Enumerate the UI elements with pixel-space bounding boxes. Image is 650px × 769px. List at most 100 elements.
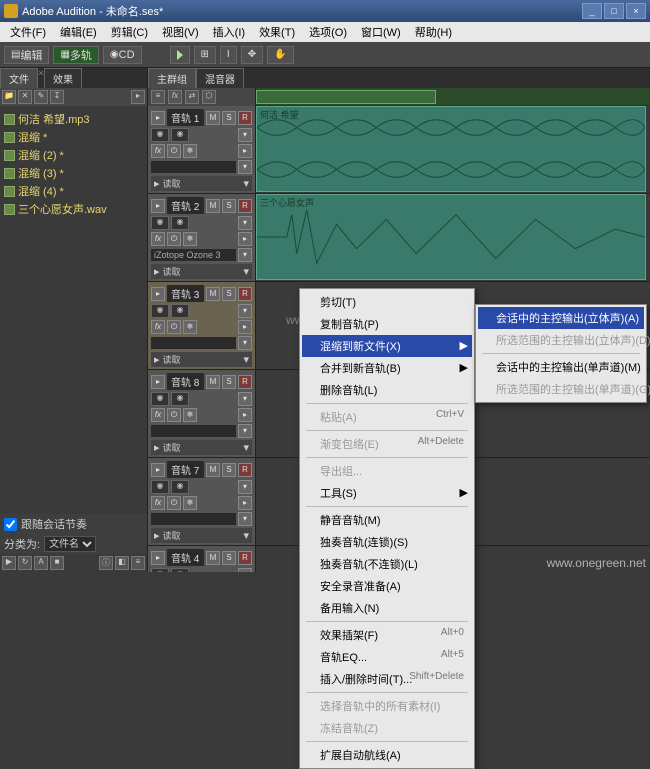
file-item[interactable]: 混缩 * — [2, 128, 145, 146]
menu-item[interactable]: 复制音轨(P) — [302, 313, 472, 335]
insert-icon[interactable]: ↧ — [50, 90, 64, 104]
automation-mode[interactable]: ▸读取▾ — [151, 528, 252, 543]
pan-knob[interactable]: ◉ — [171, 392, 189, 406]
volume-knob[interactable]: ◉ — [151, 128, 169, 142]
tab-main-group[interactable]: 主群组 — [148, 68, 196, 88]
options-icon[interactable]: ▸ — [131, 90, 145, 104]
fx-slot[interactable] — [151, 513, 236, 525]
tab-effects[interactable]: 效果 — [44, 68, 82, 88]
fx-slot[interactable] — [151, 425, 236, 437]
fx-button[interactable]: fx — [151, 320, 165, 334]
fx-slot[interactable] — [151, 161, 236, 173]
follow-tempo-checkbox[interactable] — [4, 518, 17, 531]
expand-icon[interactable]: ▸ — [151, 551, 165, 565]
fx-power-icon[interactable]: ⏻ — [167, 232, 181, 246]
maximize-button[interactable]: □ — [604, 3, 624, 19]
file-item[interactable]: 混缩 (3) * — [2, 164, 145, 182]
menu-item[interactable]: 备用输入(N) — [302, 597, 472, 619]
fx-button[interactable]: fx — [151, 144, 165, 158]
fx-dropdown-icon[interactable]: ▾ — [238, 248, 252, 262]
fx-edit-icon[interactable]: ▸ — [238, 144, 252, 158]
inputs-icon[interactable]: ≡ — [151, 90, 165, 104]
volume-knob[interactable]: ◉ — [151, 392, 169, 406]
fx-edit-icon[interactable]: ▸ — [238, 320, 252, 334]
audio-clip[interactable]: 三个心愿女声 — [256, 194, 646, 280]
record-button[interactable]: R — [238, 111, 252, 125]
track-name[interactable]: 音轨 3 — [167, 285, 204, 302]
mute-button[interactable]: M — [206, 551, 220, 565]
markers-icon[interactable]: ◧ — [115, 556, 129, 570]
fx-dropdown-icon[interactable]: ▾ — [238, 160, 252, 174]
track-name[interactable]: 音轨 1 — [167, 109, 204, 126]
track-options-icon[interactable]: ▾ — [238, 216, 252, 230]
menu-options[interactable]: 选项(O) — [303, 22, 353, 42]
track-options-icon[interactable]: ▾ — [238, 304, 252, 318]
menu-view[interactable]: 视图(V) — [156, 22, 205, 42]
track-header[interactable]: ▸音轨 3MSR◉◉▾fx⏻❄▸ ▾▸读取▾ — [148, 282, 255, 370]
menu-item[interactable]: 效果插架(F)Alt+0 — [302, 624, 472, 646]
tool-button-1[interactable]: ⊞ — [194, 46, 216, 64]
menu-item[interactable]: 剪切(T) — [302, 291, 472, 313]
menu-item[interactable]: 静音音轨(M) — [302, 509, 472, 531]
pan-knob[interactable]: ◉ — [171, 480, 189, 494]
mute-button[interactable]: M — [206, 463, 220, 477]
file-item[interactable]: 何洁 希望.mp3 — [2, 110, 145, 128]
automation-mode[interactable]: ▸读取▾ — [151, 176, 252, 191]
eq-icon[interactable]: ⬡ — [202, 90, 216, 104]
cd-view-button[interactable]: ◉ CD — [103, 46, 142, 64]
audio-clip[interactable]: 何洁 希望 — [256, 106, 646, 192]
edit-file-icon[interactable]: ✎ — [34, 90, 48, 104]
menu-item[interactable]: 独奏音轨(连锁)(S) — [302, 531, 472, 553]
menu-item[interactable]: 安全录音准备(A) — [302, 575, 472, 597]
menu-item[interactable]: 音轨EQ...Alt+5 — [302, 646, 472, 668]
preview-loop-icon[interactable]: ↻ — [18, 556, 32, 570]
tab-files[interactable]: 文件 — [0, 68, 38, 88]
timeline-thumb[interactable] — [256, 90, 436, 104]
file-item[interactable]: 三个心愿女声.wav — [2, 200, 145, 218]
fx-dropdown-icon[interactable]: ▾ — [238, 424, 252, 438]
volume-knob[interactable]: ◉ — [151, 568, 169, 572]
expand-icon[interactable]: ▸ — [151, 111, 165, 125]
track-header[interactable]: ▸音轨 4MSR◉◉▾fx⏻❄▸ ▾ — [148, 546, 255, 572]
file-item[interactable]: 混缩 (4) * — [2, 182, 145, 200]
track-options-icon[interactable]: ▾ — [238, 480, 252, 494]
menu-edit[interactable]: 编辑(E) — [54, 22, 103, 42]
minimize-button[interactable]: _ — [582, 3, 602, 19]
track-header[interactable]: ▸音轨 2MSR◉◉▾fx⏻❄▸iZotope Ozone 3▾▸读取▾ — [148, 194, 255, 282]
menu-item[interactable]: 删除音轨(L) — [302, 379, 472, 401]
solo-button[interactable]: S — [222, 375, 236, 389]
fx-button[interactable]: fx — [151, 232, 165, 246]
multitrack-view-button[interactable]: ▦ 多轨 — [53, 46, 98, 64]
fx-button[interactable]: fx — [151, 496, 165, 510]
context-menu[interactable]: 剪切(T)复制音轨(P)混缩到新文件(X)▶合并到新音轨(B)▶删除音轨(L)粘… — [299, 288, 475, 769]
sort-select[interactable]: 文件名 — [44, 536, 96, 552]
record-button[interactable]: R — [238, 199, 252, 213]
preview-play-icon[interactable]: ▶ — [2, 556, 16, 570]
timeline[interactable] — [256, 88, 650, 106]
file-list[interactable]: 何洁 希望.mp3 混缩 * 混缩 (2) * 混缩 (3) * 混缩 (4) … — [0, 106, 147, 514]
fx-power-icon[interactable]: ⏻ — [167, 320, 181, 334]
fx-freeze-icon[interactable]: ❄ — [183, 408, 197, 422]
volume-knob[interactable]: ◉ — [151, 304, 169, 318]
expand-icon[interactable]: ▸ — [151, 287, 165, 301]
fx-freeze-icon[interactable]: ❄ — [183, 320, 197, 334]
track-name[interactable]: 音轨 4 — [167, 549, 204, 566]
pan-knob[interactable]: ◉ — [171, 216, 189, 230]
menu-file[interactable]: 文件(F) — [4, 22, 52, 42]
solo-button[interactable]: S — [222, 551, 236, 565]
pan-knob[interactable]: ◉ — [171, 304, 189, 318]
volume-knob[interactable]: ◉ — [151, 480, 169, 494]
menu-item[interactable]: 工具(S)▶ — [302, 482, 472, 504]
fx-slot[interactable]: iZotope Ozone 3 — [151, 249, 236, 261]
track-name[interactable]: 音轨 8 — [167, 373, 204, 390]
track-name[interactable]: 音轨 7 — [167, 461, 204, 478]
menu-item[interactable]: 扩展自动航线(A) — [302, 744, 472, 766]
fx-button[interactable]: fx — [151, 408, 165, 422]
menu-clip[interactable]: 剪辑(C) — [105, 22, 154, 42]
mute-button[interactable]: M — [206, 111, 220, 125]
mute-button[interactable]: M — [206, 287, 220, 301]
fullpath-icon[interactable]: ≡ — [131, 556, 145, 570]
automation-mode[interactable]: ▸读取▾ — [151, 440, 252, 455]
fx-freeze-icon[interactable]: ❄ — [183, 232, 197, 246]
track-options-icon[interactable]: ▾ — [238, 568, 252, 572]
